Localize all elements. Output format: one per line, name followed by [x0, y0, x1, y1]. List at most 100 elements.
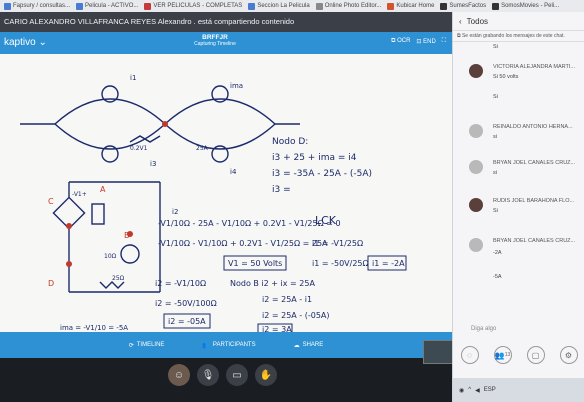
circuit-top [20, 85, 300, 163]
participants-button[interactable]: 👥 PARTICIPANTS [202, 342, 255, 349]
bookmark-label: Kubicar Home [396, 3, 435, 9]
avatar [469, 160, 483, 174]
reactions-icon[interactable]: ◌ [460, 346, 479, 364]
participants-tab[interactable]: 👥 13 [493, 346, 512, 364]
bookmark-item[interactable]: Kubicar Home [387, 2, 435, 10]
resistor-label-10: 10Ω [104, 253, 117, 260]
recording-note-text: Se están grabando los mensajes de este c… [461, 33, 565, 39]
bookmark-item[interactable]: Pelicula - ACTIVO... [76, 2, 138, 10]
current-ima: ima [230, 82, 243, 90]
end-button[interactable]: ⊡ END [416, 38, 435, 45]
ima-equation: ima = -V1/10 = -5A [60, 324, 128, 332]
session-name: BRFFJR [202, 34, 228, 41]
label-a: A [100, 185, 106, 194]
message-text: si [493, 134, 497, 140]
message-text: si [493, 170, 497, 176]
ocr-button[interactable]: ⧉ OCR [391, 38, 410, 45]
header-controls: ⧉ OCR ⊡ END ⛶ [391, 38, 446, 45]
bookmark-icon [440, 2, 448, 10]
end-label: END [423, 39, 436, 45]
dep-source-label: 0.2V1 [130, 145, 148, 152]
label-d: D [48, 279, 54, 288]
ocr-label: OCR [397, 38, 411, 44]
chat-bubble-icon: ▢ [531, 350, 540, 360]
brand-label: kaptivo [4, 37, 36, 48]
presentation-footer: ⟳ TIMELINE 👥 PARTICIPANTS ☁ SHARE [0, 332, 452, 358]
bookmark-item[interactable]: Fapsury / consultas... [4, 2, 71, 10]
eq-line-2: i3 = -35A - 25A - (-5A) [272, 169, 372, 179]
sender-name: REINALDO ANTONIO HERNA... [493, 124, 573, 130]
bookmark-label: Fapsury / consultas... [13, 3, 71, 9]
kcl-equation-1: -V1/10Ω - 25A - V1/10Ω + 0.2V1 - V1/25Ω … [158, 219, 341, 228]
sender-name: VICTORIA ALEJANDRA MARTI... [493, 64, 576, 70]
bookmarks-bar: Fapsury / consultas... Pelicula - ACTIVO… [0, 0, 584, 12]
bookmark-icon [248, 2, 256, 10]
end-icon: ⊡ [416, 39, 422, 45]
mic-off-icon[interactable]: 🎙 [197, 364, 219, 386]
chat-messages: Si VICTORIA ALEJANDRA MARTI... Si 50 vol… [453, 42, 584, 322]
chat-panel: ‹ Todos ⧉ Se están grabando los mensajes… [452, 12, 584, 402]
sender-name: RUDIS JOEL BARAHONA FLO... [493, 198, 575, 204]
message-text: Si [493, 208, 498, 214]
bookmark-item[interactable]: SomosMovies - Peli... [492, 2, 559, 10]
participants-count: 13 [504, 352, 511, 358]
bookmark-item[interactable]: Online Photo Editor... [315, 2, 381, 10]
volume-icon[interactable]: ◀ [475, 387, 480, 394]
bookmark-icon [4, 2, 11, 10]
share-button[interactable]: ☁ SHARE [294, 342, 324, 349]
raise-hand-icon[interactable]: ✋ [255, 364, 277, 386]
bookmark-item[interactable]: VER PELICULAS - COMPLETAS [144, 2, 243, 10]
brand-logo[interactable]: kaptivo ⌄ [4, 37, 47, 48]
current-i1: i1 [130, 74, 136, 82]
bookmark-item[interactable]: Seccion La Pelicula [248, 2, 310, 10]
chat-tabs: ◌ 👥 13 ▢ ⚙ [453, 342, 584, 368]
message-text: -2A [493, 250, 502, 256]
ix-line-2: i2 = 25A - (-05A) [262, 311, 330, 320]
language-indicator[interactable]: ESP [484, 387, 496, 393]
network-icon[interactable]: ◉ [459, 387, 464, 394]
ix-line-1: i2 = 25A - i1 [262, 295, 312, 304]
chat-tab[interactable]: ▢ [526, 346, 545, 364]
session-title: BRFFJR Capturing Timeline [160, 34, 270, 47]
sender-name: BRYAN JOEL CANALES CRUZ... [493, 238, 576, 244]
current-i3: i3 [150, 160, 156, 168]
i1-value: i1 = -50V/25Ω [312, 259, 369, 268]
whiteboard-capture: Nodo D: i3 + 25 + ima = i4 i3 = -35A - 2… [0, 54, 452, 334]
camera-off-icon[interactable]: ▭ [226, 364, 248, 386]
meeting-controls: ☺ 🎙 ▭ ✋ [168, 364, 277, 386]
i1-result: i1 = -2A [372, 259, 405, 268]
eq-line-1: i3 + 25 + ima = i4 [272, 153, 357, 163]
bookmark-item[interactable]: SumesFactos [440, 2, 487, 10]
current-i4: i4 [230, 168, 237, 176]
self-avatar[interactable]: ☺ [168, 364, 190, 386]
back-chevron-icon[interactable]: ‹ [459, 17, 462, 26]
voltage-label: -V1+ [72, 191, 87, 198]
chat-input-placeholder: Diga algo [471, 326, 497, 332]
avatar [469, 198, 483, 212]
avatar [469, 124, 483, 138]
fullscreen-icon[interactable]: ⛶ [442, 38, 446, 45]
chat-title: Todos [466, 16, 489, 26]
participants-icon: 👥 [202, 342, 210, 349]
bookmark-icon [315, 2, 323, 10]
participants-label: PARTICIPANTS [212, 342, 256, 348]
gear-icon: ⚙ [564, 350, 573, 360]
current-i2: i2 [172, 208, 178, 216]
i2-result: i2 = -05A [168, 317, 206, 326]
bookmark-icon [387, 2, 395, 10]
chat-input[interactable]: Diga algo [467, 322, 577, 336]
bookmark-icon [76, 2, 84, 10]
cloud-icon: ☁ [293, 342, 300, 349]
bookmark-label: SumesFactos [449, 3, 487, 9]
timeline-icon: ⟳ [128, 342, 134, 349]
kcl-equation-2: -V1/10Ω - V1/10Ω + 0.2V1 - V1/25Ω = 25A [158, 239, 328, 248]
chevron-up-icon[interactable]: ^ [468, 387, 471, 393]
settings-tab[interactable]: ⚙ [559, 346, 578, 364]
message-text: Si [493, 44, 498, 50]
message-text: -5A [493, 274, 502, 280]
timeline-button[interactable]: ⟳ TIMELINE [129, 342, 165, 349]
i1-fraction: i1 = -V1/25Ω [312, 239, 363, 248]
bookmark-label: VER PELICULAS - COMPLETAS [153, 3, 243, 9]
circuit-left [52, 181, 161, 293]
meeting-controls-bar: ☺ 🎙 ▭ ✋ [0, 358, 452, 402]
